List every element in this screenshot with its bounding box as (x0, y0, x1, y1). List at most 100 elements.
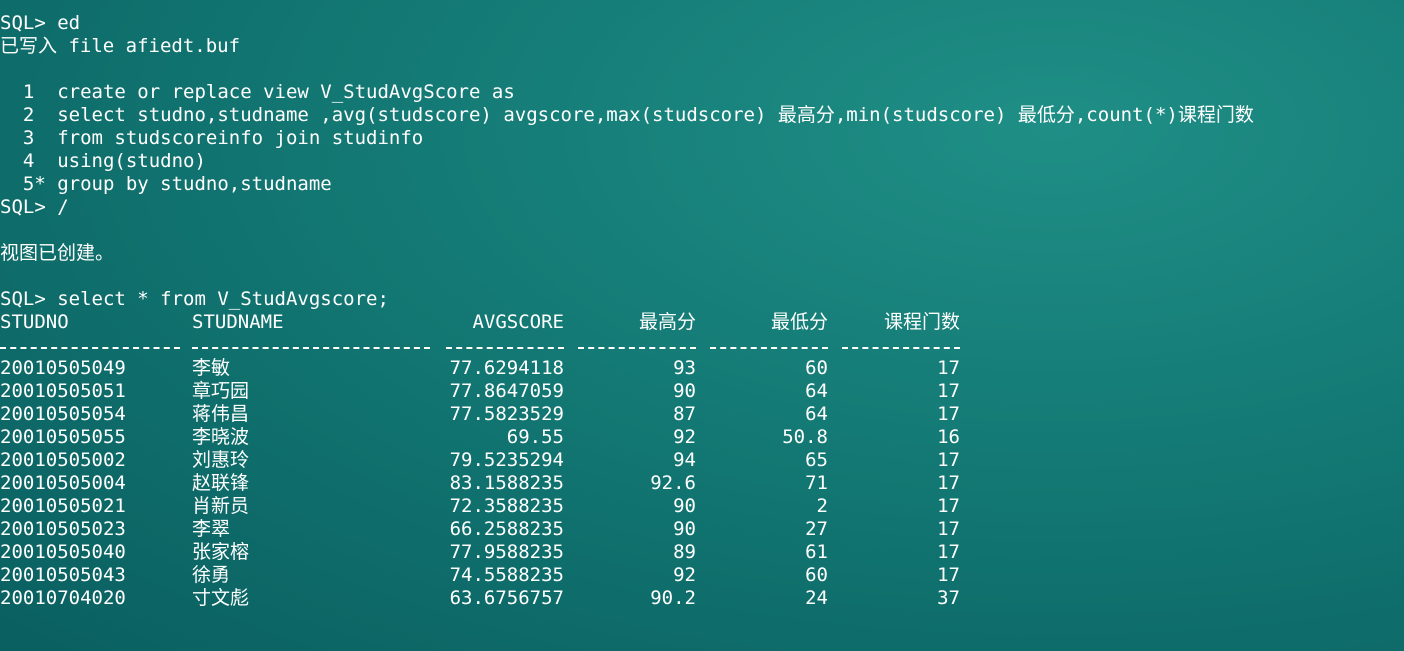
table-row: 20010505040 张家榕 77.9588235 89 61 17 (0, 541, 960, 564)
column-header-avgscore: AVGSCORE (472, 311, 564, 333)
table-row: 20010505021 肖新员 72.3588235 90 2 17 (0, 495, 960, 518)
cell-studno: 20010505049 (0, 357, 126, 379)
column-header-course-count: 课程门数 (883, 311, 960, 333)
table-row: 20010505004 赵联锋 83.1588235 92.6 71 17 (0, 472, 960, 495)
cell-course-count: 17 (937, 495, 960, 517)
cell-avgscore: 77.6294118 (449, 357, 564, 379)
separator (442, 334, 564, 357)
cell-min-score: 64 (805, 380, 828, 402)
cell-studno: 20010505054 (0, 403, 126, 425)
cell-studno: 20010505021 (0, 495, 126, 517)
cell-avgscore: 77.9588235 (449, 541, 564, 563)
cell-course-count: 17 (937, 449, 960, 471)
terminal-line: 视图已创建。 (0, 242, 115, 264)
cell-studno: 20010505004 (0, 472, 126, 494)
cell-max-score: 87 (673, 403, 696, 425)
cell-max-score: 90 (673, 518, 696, 540)
cell-min-score: 24 (805, 587, 828, 609)
cell-studno: 20010505040 (0, 541, 126, 563)
cell-min-score: 60 (805, 564, 828, 586)
terminal-line: 2 select studno,studname ,avg(studscore)… (0, 104, 1254, 126)
table-row: 20010505054 蒋伟昌 77.5823529 87 64 17 (0, 403, 960, 426)
cell-studname: 肖新员 (192, 495, 250, 517)
cell-max-score: 92.6 (650, 472, 696, 494)
table-row: 20010505055 李晓波 69.55 92 50.8 16 (0, 426, 960, 449)
cell-max-score: 94 (673, 449, 696, 471)
column-header-studno: STUDNO (0, 311, 69, 333)
cell-min-score: 71 (805, 472, 828, 494)
cell-avgscore: 79.5235294 (449, 449, 564, 471)
cell-min-score: 50.8 (782, 426, 828, 448)
cell-avgscore: 69.55 (506, 426, 564, 448)
terminal-line: 已写入 file afiedt.buf (0, 35, 241, 57)
separator (564, 334, 696, 357)
column-header-studname: STUDNAME (192, 311, 284, 333)
cell-max-score: 90.2 (650, 587, 696, 609)
terminal-line: 5* group by studno,studname (0, 173, 332, 195)
cell-studname: 李敏 (192, 357, 231, 379)
cell-max-score: 89 (673, 541, 696, 563)
cell-min-score: 64 (805, 403, 828, 425)
cell-avgscore: 72.3588235 (449, 495, 564, 517)
cell-studname: 蒋伟昌 (192, 403, 250, 425)
cell-max-score: 92 (673, 564, 696, 586)
cell-course-count: 17 (937, 472, 960, 494)
cell-avgscore: 63.6756757 (449, 587, 564, 609)
cell-course-count: 17 (937, 357, 960, 379)
cell-studname: 刘惠玲 (192, 449, 250, 471)
separator (828, 334, 960, 357)
cell-min-score: 61 (805, 541, 828, 563)
table-row: 20010505043 徐勇 74.5588235 92 60 17 (0, 564, 960, 587)
separator (0, 334, 192, 357)
cell-min-score: 65 (805, 449, 828, 471)
cell-studname: 寸文彪 (192, 587, 250, 609)
cell-course-count: 17 (937, 380, 960, 402)
terminal-window[interactable]: SQL> ed 已写入 file afiedt.buf 1 create or r… (0, 12, 1404, 610)
cell-avgscore: 83.1588235 (449, 472, 564, 494)
cell-studname: 徐勇 (192, 564, 231, 586)
cell-studno: 20010505043 (0, 564, 126, 586)
cell-max-score: 90 (673, 495, 696, 517)
cell-studno: 20010505051 (0, 380, 126, 402)
table-row: 20010505023 李翠 66.2588235 90 27 17 (0, 518, 960, 541)
cell-course-count: 17 (937, 518, 960, 540)
cell-min-score: 60 (805, 357, 828, 379)
terminal-line: SQL> / (0, 196, 69, 218)
cell-avgscore: 74.5588235 (449, 564, 564, 586)
terminal-line: 1 create or replace view V_StudAvgScore … (0, 81, 515, 103)
table-row: 20010505002 刘惠玲 79.5235294 94 65 17 (0, 449, 960, 472)
cell-studno: 20010505023 (0, 518, 126, 540)
cell-course-count: 17 (937, 403, 960, 425)
cell-studname: 李晓波 (192, 426, 250, 448)
cell-max-score: 92 (673, 426, 696, 448)
cell-course-count: 37 (937, 587, 960, 609)
query-result-table: STUDNO STUDNAME AVGSCORE 最高分 最低分 课程门数 20… (0, 311, 960, 610)
table-row: 20010505049 李敏 77.6294118 93 60 17 (0, 357, 960, 380)
cell-min-score: 2 (816, 495, 828, 517)
cell-avgscore: 77.8647059 (449, 380, 564, 402)
cell-studname: 赵联锋 (192, 472, 250, 494)
terminal-line: SQL> ed (0, 12, 81, 34)
column-header-max-score: 最高分 (638, 311, 696, 333)
cell-course-count: 17 (937, 541, 960, 563)
cell-avgscore: 77.5823529 (449, 403, 564, 425)
cell-studno: 20010704020 (0, 587, 126, 609)
table-row: 20010704020 寸文彪 63.6756757 90.2 24 37 (0, 587, 960, 610)
cell-max-score: 93 (673, 357, 696, 379)
cell-studname: 章巧园 (192, 380, 250, 402)
terminal-line: SQL> select * from V_StudAvgscore; (0, 288, 389, 310)
terminal-output: SQL> ed 已写入 file afiedt.buf 1 create or r… (0, 12, 1404, 311)
header-separator-row (0, 334, 960, 357)
table-row: 20010505051 章巧园 77.8647059 90 64 17 (0, 380, 960, 403)
terminal-line: 4 using(studno) (0, 150, 206, 172)
cell-avgscore: 66.2588235 (449, 518, 564, 540)
cell-studname: 李翠 (192, 518, 231, 540)
separator (696, 334, 828, 357)
cell-studname: 张家榕 (192, 541, 250, 563)
cell-course-count: 17 (937, 564, 960, 586)
cell-studno: 20010505002 (0, 449, 126, 471)
column-header-min-score: 最低分 (770, 311, 828, 333)
